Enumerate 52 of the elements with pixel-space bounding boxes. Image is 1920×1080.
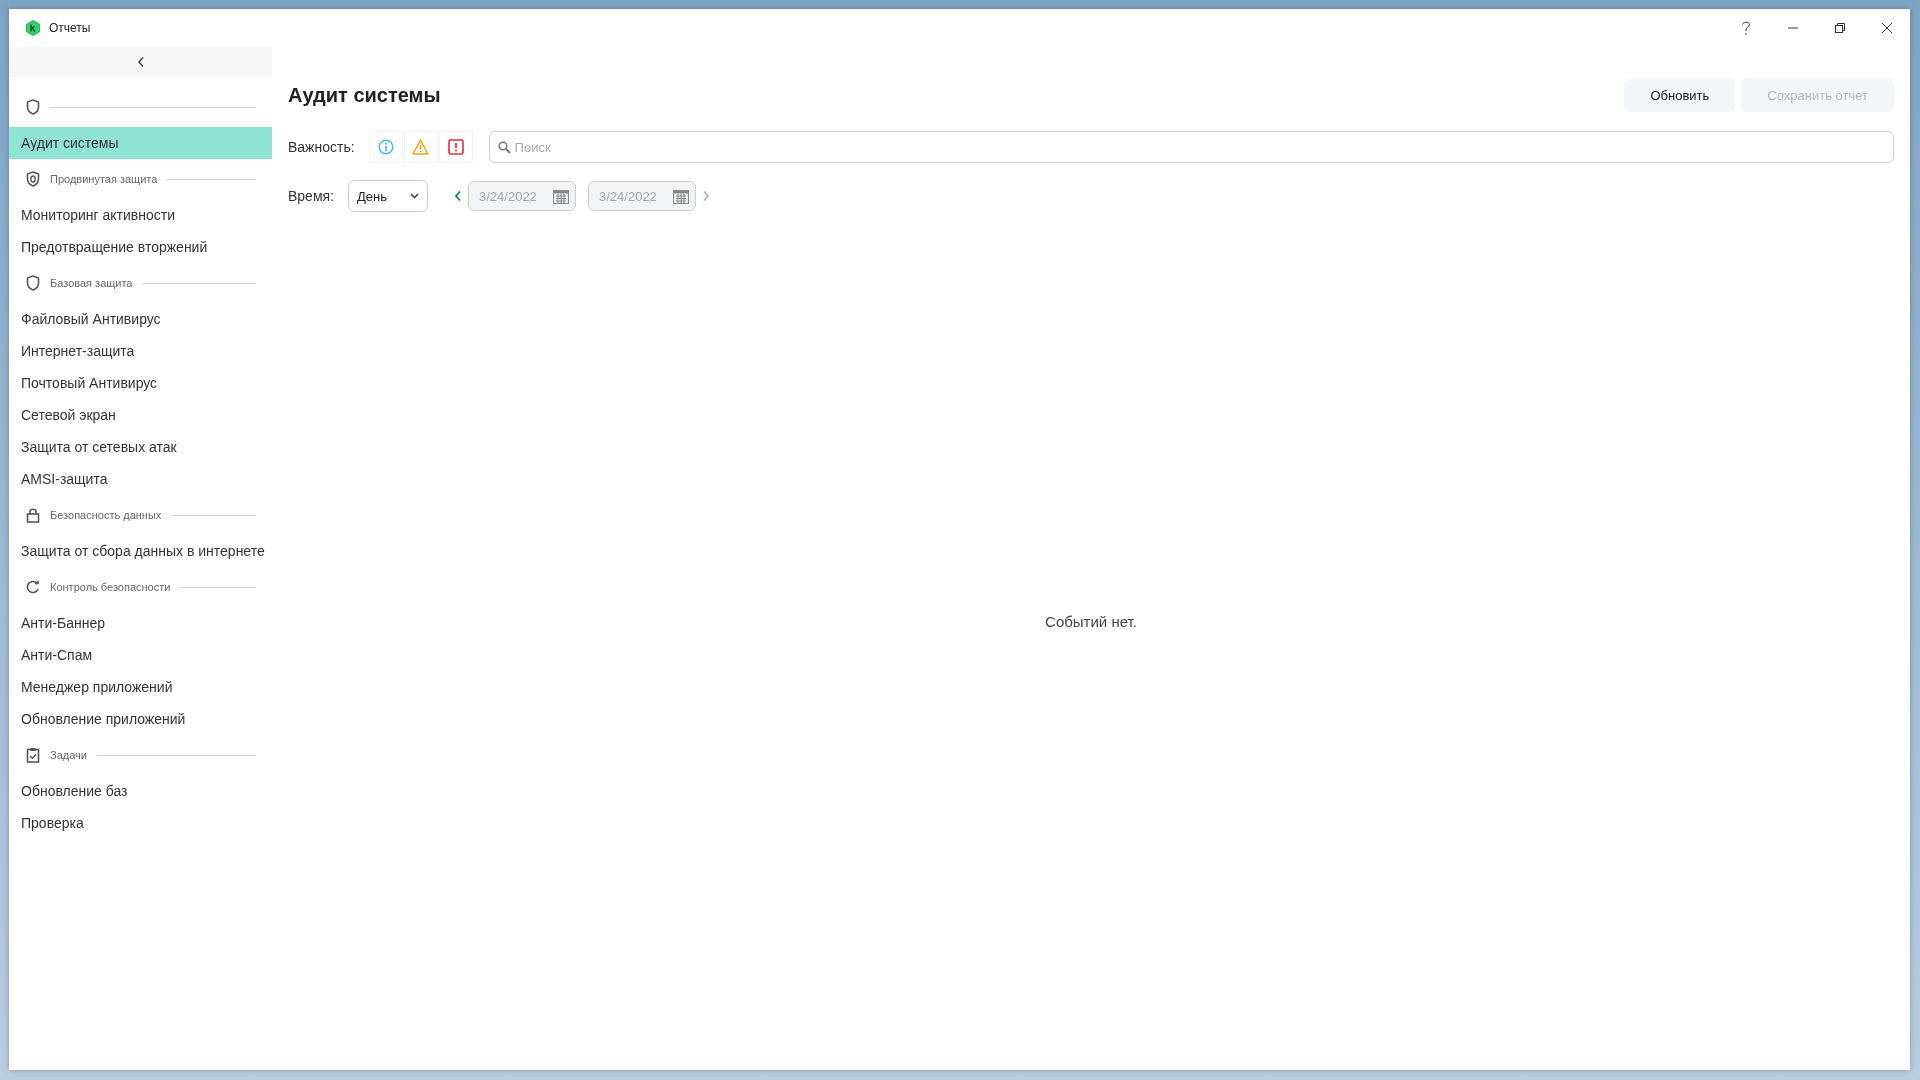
question-mark-icon (1739, 20, 1752, 36)
period-dropdown[interactable]: День (348, 180, 428, 212)
sidebar-item[interactable]: Проверка (9, 807, 272, 839)
section-label: Безопасность данных (50, 509, 162, 521)
sidebar-item[interactable]: Интернет-защита (9, 335, 272, 367)
calendar-icon (673, 188, 689, 204)
shield-icon (26, 171, 40, 187)
chevron-left-icon (136, 56, 145, 68)
sidebar-item[interactable]: Защита от сбора данных в интернете (9, 535, 272, 567)
error-icon (447, 139, 464, 155)
sidebar-item[interactable]: Менеджер приложений (9, 671, 272, 703)
section-label: Задачи (50, 749, 87, 761)
refresh-button[interactable]: Обновить (1624, 78, 1736, 112)
restore-icon (1833, 22, 1846, 34)
sidebar-item[interactable]: Почтовый Антивирус (9, 367, 272, 399)
severity-label: Важность: (288, 139, 355, 155)
chevron-right-icon (702, 190, 710, 202)
chevron-left-icon (454, 190, 462, 202)
empty-message: Событий нет. (1045, 612, 1137, 630)
sidebar-item[interactable]: Файловый Антивирус (9, 303, 272, 335)
sidebar-item[interactable]: AMSI-защита (9, 463, 272, 495)
sidebar-item[interactable]: Обновление приложений (9, 703, 272, 735)
page-title: Аудит системы (288, 83, 441, 107)
sidebar-item[interactable]: Анти-Баннер (9, 607, 272, 639)
warning-icon (412, 139, 430, 155)
shield-icon (26, 275, 40, 291)
sidebar-item[interactable]: Мониторинг активности (9, 199, 272, 231)
lock-icon (26, 507, 40, 523)
caret-down-icon (410, 193, 419, 199)
search-field[interactable]: Поиск (488, 131, 1894, 163)
window-title: Отчеты (49, 21, 91, 35)
section-label: Базовая защита (50, 277, 133, 289)
search-icon (497, 141, 511, 154)
app-logo-icon (25, 20, 41, 36)
info-icon (377, 139, 394, 155)
sidebar-item[interactable]: Аудит системы (9, 127, 272, 159)
warning-filter-button[interactable] (403, 131, 438, 163)
time-label: Время: (288, 188, 334, 204)
clipboard-check-icon (26, 747, 40, 763)
sidebar-item[interactable]: Обновление баз (9, 775, 272, 807)
sidebar-item[interactable]: Анти-Спам (9, 639, 272, 671)
sidebar-item[interactable]: Сетевой экран (9, 399, 272, 431)
calendar-icon (553, 188, 569, 204)
sidebar-item[interactable]: Защита от сетевых атак (9, 431, 272, 463)
section-label: Контроль безопасности (50, 581, 171, 593)
refresh-shield-icon (26, 579, 40, 595)
shield-icon (26, 99, 40, 115)
section-label: Продвинутая защита (50, 173, 158, 185)
close-icon (1880, 22, 1893, 34)
sidebar-item[interactable]: Предотвращение вторжений (9, 231, 272, 263)
info-filter-button[interactable] (368, 131, 403, 163)
critical-filter-button[interactable] (438, 131, 473, 163)
